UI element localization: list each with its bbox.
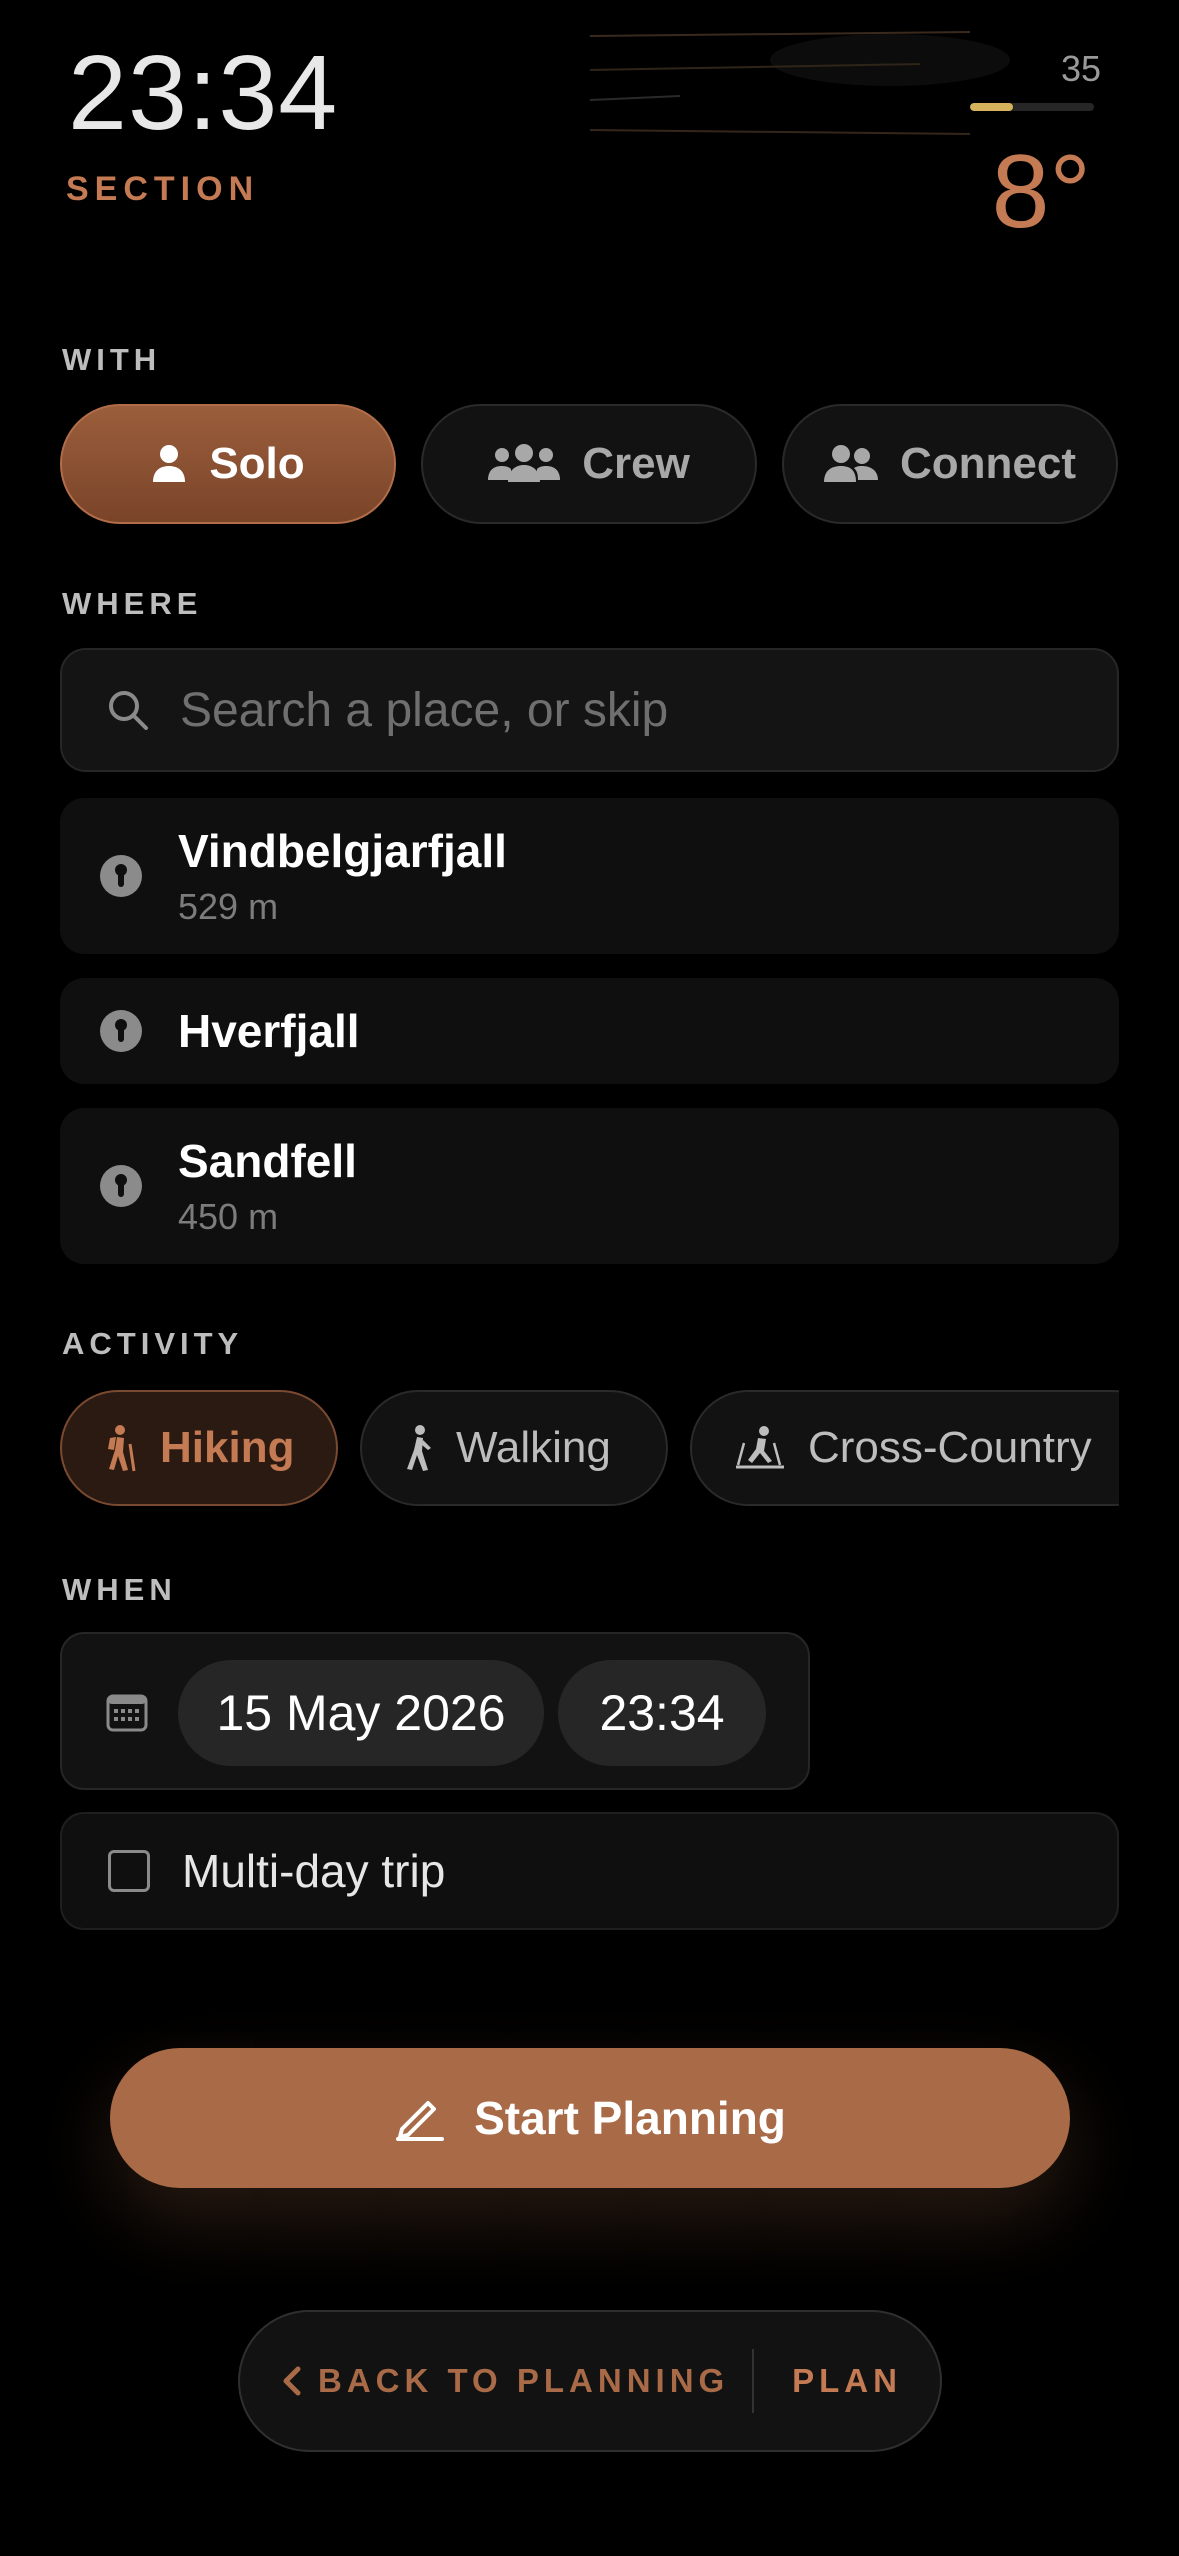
date-pill[interactable]: 15 May 2026 <box>178 1660 544 1766</box>
with-solo-label: Solo <box>209 439 305 488</box>
with-crew-button[interactable]: Crew <box>421 404 757 524</box>
calendar-icon <box>106 1694 148 1732</box>
place-name: Sandfell <box>178 1135 357 1187</box>
date-time-picker: 15 May 2026 23:34 <box>60 1632 810 1790</box>
pin-icon <box>100 1165 142 1207</box>
temperature: 8° <box>991 134 1091 250</box>
activity-chip-row: Hiking Walking Cross-Country <box>0 1380 1119 1520</box>
search-icon <box>109 691 148 730</box>
section-label: SECTION <box>66 170 260 208</box>
person-icon <box>153 445 186 482</box>
place-item-vindbelgjarfjall[interactable]: Vindbelgjarfjall 529 m <box>60 798 1119 954</box>
hiking-icon <box>108 1425 136 1472</box>
activity-hiking-label: Hiking <box>160 1423 295 1472</box>
search-input[interactable] <box>180 682 980 738</box>
where-title: WHERE <box>62 586 203 621</box>
bottom-navigation: BACK TO PLANNING PLAN <box>238 2310 942 2452</box>
place-search-field[interactable] <box>60 648 1119 772</box>
pencil-icon <box>396 2101 445 2141</box>
with-title: WITH <box>62 342 162 377</box>
plan-button[interactable]: PLAN <box>754 2362 940 2400</box>
place-item-sandfell[interactable]: Sandfell 450 m <box>60 1108 1119 1264</box>
trip-planner-screen: 23:34 SECTION 35 8° WITH Solo Crew Conne… <box>0 0 1179 2556</box>
activity-cross-country-label: Cross-Country <box>808 1423 1092 1472</box>
with-connect-button[interactable]: Connect <box>782 404 1118 524</box>
pin-icon <box>100 1010 142 1052</box>
pin-icon <box>100 855 142 897</box>
multi-day-checkbox[interactable] <box>108 1850 150 1892</box>
with-solo-button[interactable]: Solo <box>60 404 396 524</box>
activity-walking-label: Walking <box>456 1423 611 1472</box>
skiing-icon <box>736 1426 784 1469</box>
start-planning-button[interactable]: Start Planning <box>110 2048 1070 2188</box>
walking-icon <box>407 1425 431 1471</box>
group-icon <box>488 444 561 482</box>
place-item-hverfjall[interactable]: Hverfjall <box>60 978 1119 1084</box>
place-elevation: 529 m <box>178 886 279 927</box>
activity-walking-chip[interactable]: Walking <box>360 1390 668 1506</box>
place-elevation: 450 m <box>178 1196 279 1237</box>
multi-day-label: Multi-day trip <box>182 1845 446 1897</box>
start-planning-label: Start Planning <box>474 2092 786 2144</box>
place-name: Vindbelgjarfjall <box>178 825 507 877</box>
uv-index-bar <box>970 103 1094 111</box>
time-pill[interactable]: 23:34 <box>558 1660 766 1766</box>
place-name: Hverfjall <box>178 1005 360 1057</box>
back-to-planning-label: BACK TO PLANNING <box>318 2362 730 2399</box>
back-to-planning-button[interactable]: BACK TO PLANNING <box>240 2362 752 2400</box>
uv-index-fill <box>970 103 1014 111</box>
activity-cross-country-chip[interactable]: Cross-Country <box>690 1390 1119 1506</box>
when-title: WHEN <box>62 1572 177 1607</box>
activity-title: ACTIVITY <box>62 1326 244 1361</box>
with-connect-label: Connect <box>900 439 1076 488</box>
clock-time: 23:34 <box>68 34 339 152</box>
multi-day-toggle[interactable]: Multi-day trip <box>60 1812 1119 1930</box>
people-icon <box>824 445 878 482</box>
chevron-left-icon <box>283 2366 301 2396</box>
uv-index-value: 35 <box>1060 48 1101 89</box>
with-crew-label: Crew <box>582 439 690 488</box>
activity-hiking-chip[interactable]: Hiking <box>60 1390 338 1506</box>
